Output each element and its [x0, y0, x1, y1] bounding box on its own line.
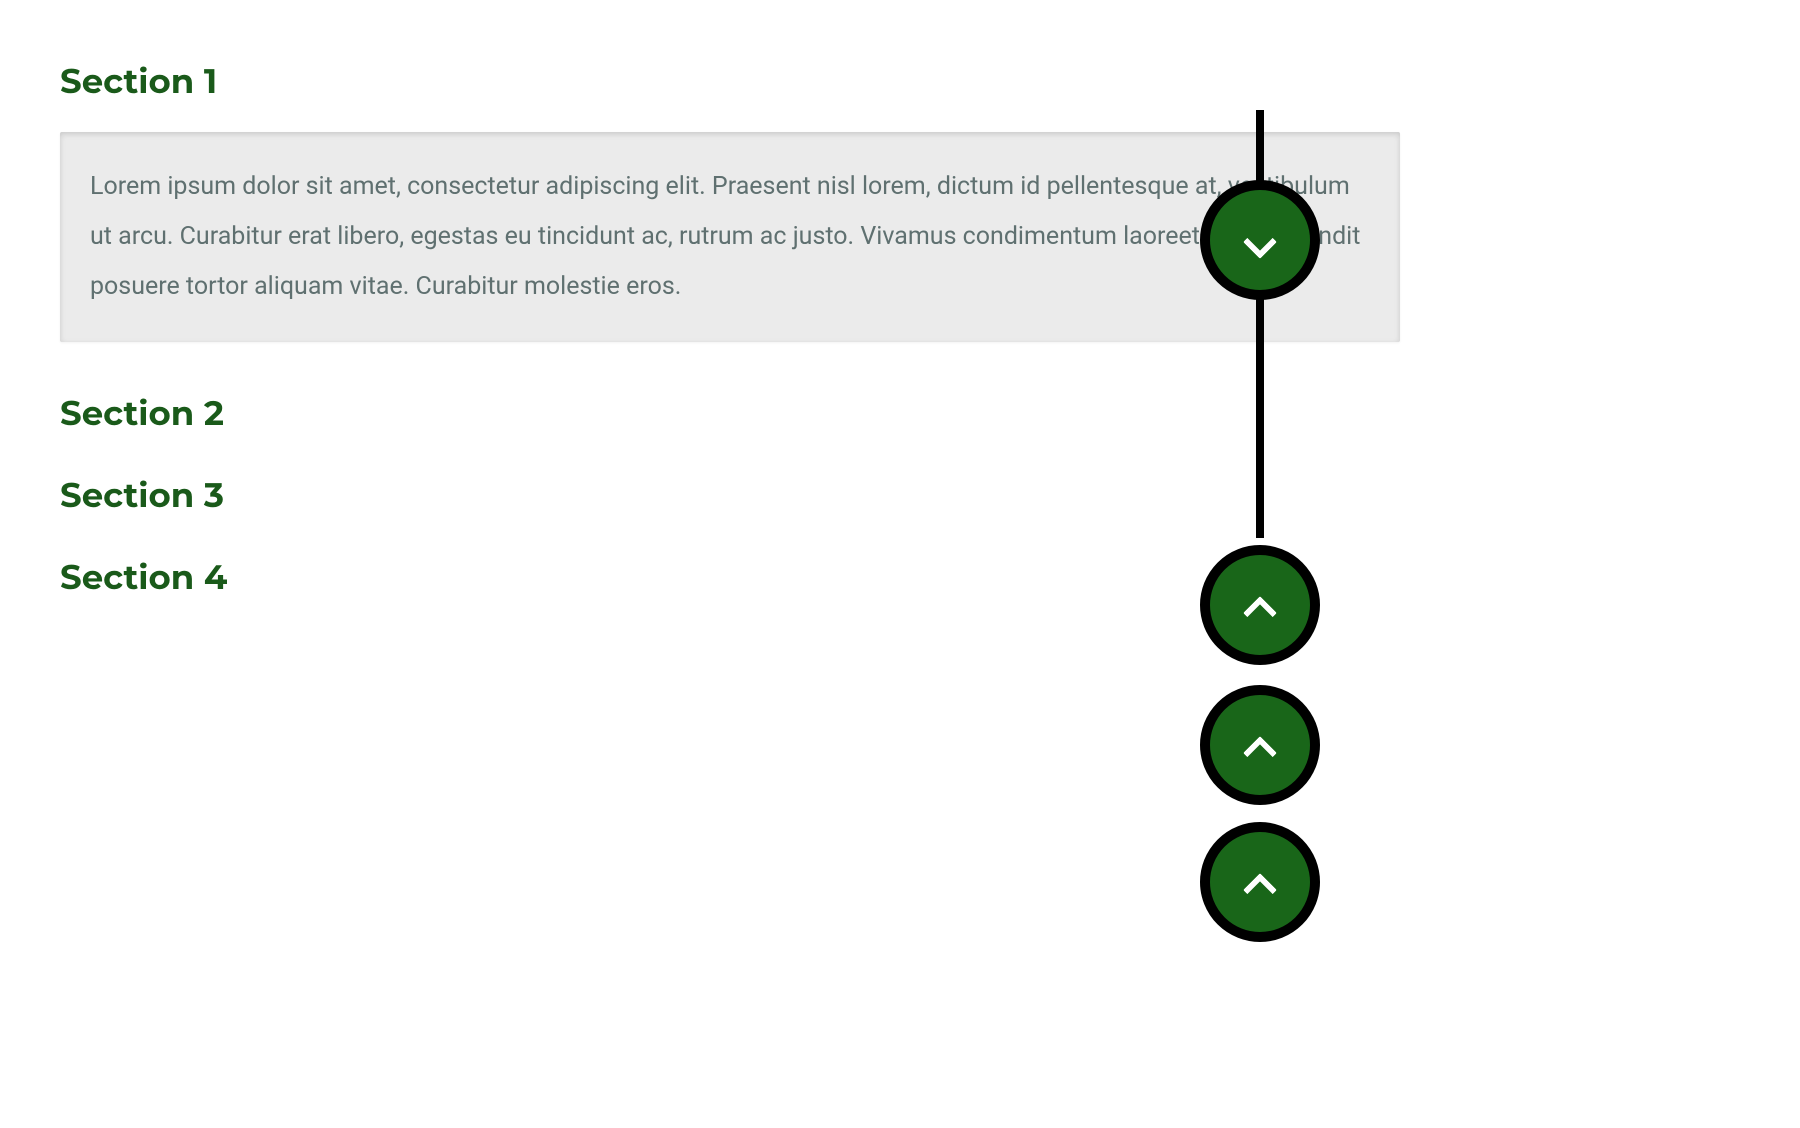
- chevron-up-icon: [1246, 591, 1274, 619]
- section-3: Section 3: [60, 474, 1400, 516]
- toggle-section-3-button[interactable]: [1200, 685, 1320, 805]
- accordion-container: Section 1 Lorem ipsum dolor sit amet, co…: [0, 60, 1800, 598]
- section-1-title[interactable]: Section 1: [60, 60, 1400, 102]
- section-1: Section 1 Lorem ipsum dolor sit amet, co…: [60, 60, 1400, 342]
- section-4: Section 4: [60, 556, 1400, 598]
- toggle-section-2-button[interactable]: [1200, 545, 1320, 665]
- timeline-line: [1256, 110, 1264, 538]
- section-4-title[interactable]: Section 4: [60, 556, 1400, 598]
- chevron-down-icon: [1246, 226, 1274, 254]
- section-2-title[interactable]: Section 2: [60, 392, 1400, 434]
- toggle-section-1-button[interactable]: [1200, 180, 1320, 300]
- toggle-section-4-button[interactable]: [1200, 822, 1320, 942]
- section-1-content: Lorem ipsum dolor sit amet, consectetur …: [60, 132, 1400, 342]
- chevron-up-icon: [1246, 731, 1274, 759]
- section-2: Section 2: [60, 392, 1400, 434]
- chevron-up-icon: [1246, 868, 1274, 896]
- section-3-title[interactable]: Section 3: [60, 474, 1400, 516]
